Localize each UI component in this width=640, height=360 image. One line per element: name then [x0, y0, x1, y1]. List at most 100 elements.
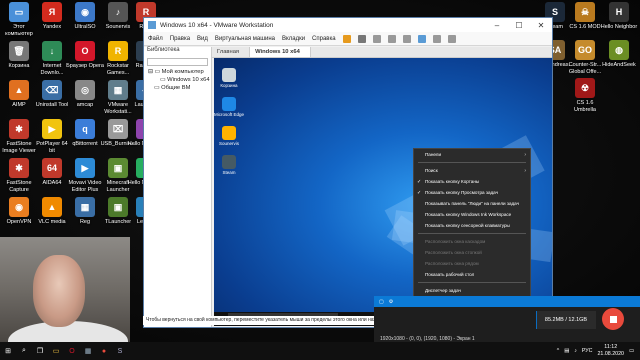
desktop-shortcut[interactable]: H Hello Neighbor — [600, 2, 638, 31]
host-lang[interactable]: РУС — [582, 348, 593, 354]
qbittorrent-icon: q — [75, 119, 95, 139]
notifications-icon[interactable]: ▭ — [629, 348, 634, 354]
vm-menubar: Файл Правка Вид Виртуальная машина Вклад… — [144, 32, 552, 46]
close-icon[interactable]: ✕ — [530, 18, 552, 32]
recorder-panel: ▢ ⚙ 85.2MB / 12.1GB 1920x1080 - (0, 0), … — [374, 296, 640, 342]
menu-view[interactable]: Вид — [197, 36, 208, 42]
shortcut-label: CS 1.6 MOD — [569, 24, 601, 30]
vmware-icon: ▦ — [108, 80, 128, 100]
csgo-icon: GO — [575, 40, 595, 60]
context-menu-label: Показать рабочий стол — [425, 272, 475, 277]
desktop-shortcut[interactable]: ☢ CS 1.6 Umbrella — [566, 78, 604, 113]
record-stop-button[interactable] — [602, 308, 624, 330]
movavi-icon: ▶ — [75, 158, 95, 178]
recorder-settings-icon[interactable]: ⚙ — [384, 299, 393, 305]
manage-snapshots-icon[interactable] — [402, 34, 411, 43]
checkmark-icon: ✓ — [417, 178, 422, 185]
context-menu-item[interactable]: Показать кнопку Windows Ink Workspace — [414, 209, 530, 220]
guest-desktop[interactable]: Корзина Microsoft Edge Sounervis Steam Пане… — [214, 58, 552, 326]
revert-icon[interactable] — [387, 34, 396, 43]
recorder-icon[interactable]: ● — [96, 342, 112, 360]
sound-icon — [222, 126, 236, 140]
cs-icon: ☠ — [575, 2, 595, 22]
context-menu-item[interactable]: Панели › — [414, 149, 530, 160]
minimize-icon[interactable]: – — [486, 18, 508, 32]
unity-icon[interactable] — [432, 34, 441, 43]
recycle-bin-icon — [222, 68, 236, 82]
computer-icon: ▭ — [9, 2, 29, 22]
guest-shortcut[interactable]: Microsoft Edge — [214, 97, 244, 117]
reg-icon: ▦ — [75, 197, 95, 217]
potplayer-icon: ▶ — [42, 119, 62, 139]
context-menu-item[interactable]: Показывать панель "Люди" на панели задач — [414, 198, 530, 209]
explorer-icon[interactable]: ▭ — [48, 342, 64, 360]
context-menu-label: Расположить окна каскадом — [425, 239, 486, 244]
search-icon[interactable]: ⌕ — [16, 342, 32, 360]
webcam-overlay — [0, 237, 130, 342]
neighbor-icon: H — [609, 2, 629, 22]
network-icon[interactable]: ▤ — [564, 348, 569, 354]
guest-shortcut-label: Sounervis — [218, 141, 239, 146]
chevron-up-icon[interactable]: ^ — [557, 348, 560, 354]
volume-icon[interactable]: ♪ — [574, 348, 577, 354]
shortcut-label: Counter-Str... Global Offe... — [568, 62, 602, 75]
context-menu-label: Расположить окна рядом — [425, 261, 479, 266]
menu-file[interactable]: Файл — [148, 36, 163, 42]
library-search-input[interactable] — [147, 58, 208, 66]
desktop-shortcut[interactable]: GO Counter-Str... Global Offe... — [566, 40, 604, 75]
desktop-shortcut[interactable]: ☠ CS 1.6 MOD — [566, 2, 604, 31]
idm-icon: ↓ — [42, 41, 62, 61]
recorder-progress: 85.2MB / 12.1GB — [536, 311, 596, 329]
context-menu-item[interactable]: Показать кнопку сенсорной клавиатуры — [414, 220, 530, 231]
library-tree-vm[interactable]: ▭ Windows 10 x64 — [144, 76, 211, 84]
recorder-region-icon[interactable]: ▢ — [374, 299, 384, 305]
context-menu-item[interactable]: Поиск › — [414, 165, 530, 176]
desktop-shortcut[interactable]: ◍ HideAndSeek — [600, 40, 638, 69]
vm-library-panel: Библиотека ⊟ ▭ Мой компьютер ▭ Windows 1… — [144, 47, 212, 327]
snapshot-icon[interactable] — [372, 34, 381, 43]
library-tree-shared[interactable]: ▭ Общие ВМ — [144, 84, 211, 92]
tab-home[interactable]: Главная — [212, 47, 251, 57]
context-menu-item[interactable]: Показать рабочий стол — [414, 269, 530, 280]
send-keys-icon[interactable] — [357, 34, 366, 43]
minecraft-icon: ▣ — [108, 158, 128, 178]
task-view-icon[interactable]: ❐ — [32, 342, 48, 360]
context-menu-item[interactable]: ✓ Показать кнопку Просмотра задач — [414, 187, 530, 198]
library-tree-my-computer[interactable]: ⊟ ▭ Мой компьютер — [144, 68, 211, 76]
fullscreen-icon[interactable] — [417, 34, 426, 43]
windows-start-icon[interactable]: ⊞ — [0, 342, 16, 360]
steam-icon[interactable]: S — [112, 342, 128, 360]
menu-vm[interactable]: Виртуальная машина — [215, 36, 275, 42]
context-menu-item: Расположить окна стопкой — [414, 247, 530, 258]
pause-icon[interactable] — [342, 34, 351, 43]
menu-tabs[interactable]: Вкладки — [282, 36, 305, 42]
edge-icon — [222, 97, 236, 111]
guest-shortcut[interactable]: Steam — [214, 155, 244, 175]
host-taskbar: ⊞ ⌕ ❐ ▭ O ▦ ● S ^ ▤ ♪ РУС 11:12 21.08.20… — [0, 342, 640, 360]
vlc-icon: ▲ — [42, 197, 62, 217]
menu-edit[interactable]: Правка — [170, 36, 190, 42]
context-menu-item: Расположить окна рядом — [414, 258, 530, 269]
shortcut-label: CS 1.6 Umbrella — [573, 100, 596, 113]
maximize-icon[interactable]: ☐ — [508, 18, 530, 32]
host-clock[interactable]: 11:12 21.08.2020 — [597, 344, 624, 357]
context-menu-item[interactable]: ✓ Показать кнопку Кортаны — [414, 176, 530, 187]
tab-windows10[interactable]: Windows 10 x64 — [250, 47, 311, 57]
guest-shortcut[interactable]: Корзина — [214, 68, 244, 88]
vmware-logo-icon — [148, 21, 156, 29]
context-menu-item[interactable]: Диспетчер задач — [414, 285, 530, 296]
steam-icon — [222, 155, 236, 169]
vmware-icon[interactable]: ▦ — [80, 342, 96, 360]
vm-titlebar[interactable]: Windows 10 x64 - VMware Workstation – ☐ … — [144, 18, 552, 32]
context-menu-label: Показать кнопку Просмотра задач — [425, 190, 499, 195]
vm-tabs: Главная Windows 10 x64 — [212, 47, 552, 58]
guest-shortcut[interactable]: Sounervis — [214, 126, 244, 146]
menu-help[interactable]: Справка — [312, 36, 336, 42]
checkmark-icon: ✓ — [417, 189, 422, 196]
yandex-icon: Я — [42, 2, 62, 22]
opera-icon[interactable]: O — [64, 342, 80, 360]
console-view-icon[interactable] — [447, 34, 456, 43]
recycle-bin-icon: 🗑 — [9, 41, 29, 61]
shortcut-label: HideAndSeek — [602, 62, 636, 68]
guest-shortcut-label: Корзина — [220, 83, 238, 88]
